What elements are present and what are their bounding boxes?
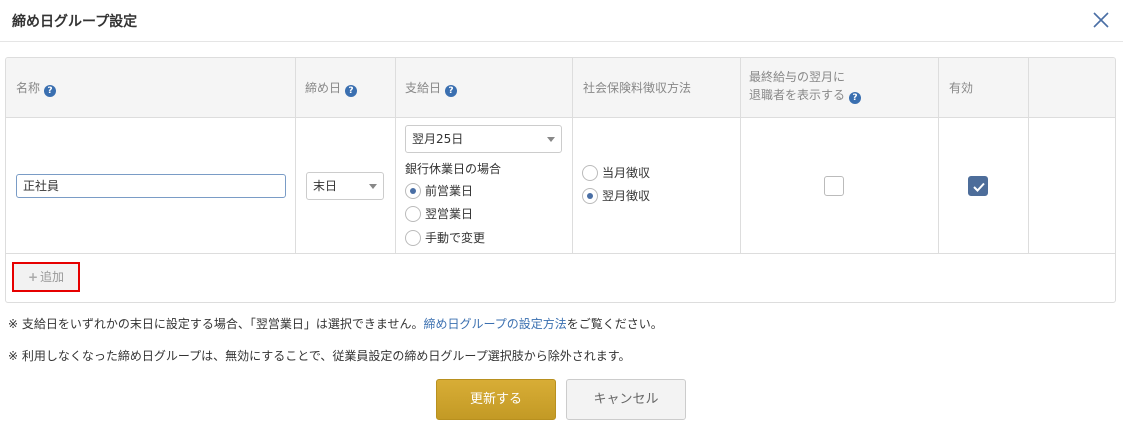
- radio-label: 翌営業日: [425, 207, 474, 221]
- header-show-retired-line2: 退職者を表示する: [749, 88, 846, 102]
- note-2: ※ 利用しなくなった締め日グループは、無効にすることで、従業員設定の締め日グルー…: [8, 349, 631, 363]
- radio-current-month[interactable]: 当月徴収: [582, 164, 650, 182]
- radio-label: 手動で変更: [425, 231, 486, 245]
- add-button[interactable]: + 追加: [12, 262, 80, 292]
- radio-label: 当月徴収: [602, 166, 651, 180]
- radio-label: 前営業日: [425, 184, 474, 198]
- help-icon[interactable]: ?: [849, 92, 862, 104]
- update-button[interactable]: 更新する: [436, 379, 556, 420]
- plus-icon: +: [27, 270, 39, 284]
- pay-day-value: 翌月25日: [412, 132, 464, 146]
- header-closing-day: 締め日?: [305, 79, 358, 97]
- column-divider: [1028, 58, 1029, 254]
- column-divider: [572, 58, 573, 254]
- close-icon[interactable]: [1091, 10, 1111, 30]
- column-divider: [938, 58, 939, 254]
- column-divider: [295, 58, 296, 254]
- header-show-retired: 最終給与の翌月に 退職者を表示する?: [749, 68, 862, 104]
- note-1-suffix: をご覧ください。: [566, 317, 663, 331]
- add-label: 追加: [40, 270, 65, 284]
- cancel-button[interactable]: キャンセル: [566, 379, 686, 420]
- help-icon[interactable]: ?: [44, 85, 57, 97]
- radio-manual-change[interactable]: 手動で変更: [405, 229, 485, 247]
- radio-next-business-day[interactable]: 翌営業日: [405, 205, 473, 223]
- header-social-insurance: 社会保険料徴収方法: [583, 81, 692, 95]
- header-enabled: 有効: [949, 81, 974, 95]
- note-1-prefix: ※ 支給日をいずれかの末日に設定する場合、「翌営業日」は選択できません。: [8, 317, 424, 331]
- closing-day-value: 末日: [313, 179, 338, 193]
- column-divider: [395, 58, 396, 254]
- check-icon: [973, 182, 985, 192]
- header-closing-day-label: 締め日: [305, 81, 342, 95]
- header-show-retired-line1: 最終給与の翌月に: [749, 70, 846, 84]
- pay-day-select[interactable]: 翌月25日: [405, 125, 562, 153]
- header-name-label: 名称: [16, 81, 41, 95]
- header-pay-day: 支給日?: [405, 79, 458, 97]
- radio-button[interactable]: [582, 165, 598, 181]
- radio-previous-business-day[interactable]: 前営業日: [405, 182, 473, 200]
- radio-next-month[interactable]: 翌月徴収: [582, 187, 650, 205]
- chevron-down-icon: [547, 137, 555, 142]
- modal-title: 締め日グループ設定: [12, 14, 138, 30]
- chevron-down-icon: [369, 184, 377, 189]
- bank-holiday-label: 銀行休業日の場合: [405, 162, 502, 176]
- column-divider: [740, 58, 741, 254]
- help-icon[interactable]: ?: [445, 85, 458, 97]
- setup-guide-link[interactable]: 締め日グループの設定方法: [424, 317, 567, 331]
- radio-button[interactable]: [405, 230, 421, 246]
- show-retired-checkbox[interactable]: [824, 176, 844, 196]
- header-pay-day-label: 支給日: [405, 81, 442, 95]
- modal-header: 締め日グループ設定: [0, 0, 1123, 42]
- radio-button[interactable]: [405, 206, 421, 222]
- help-icon[interactable]: ?: [345, 85, 358, 97]
- note-1: ※ 支給日をいずれかの末日に設定する場合、「翌営業日」は選択できません。締め日グ…: [8, 315, 663, 332]
- radio-button[interactable]: [405, 183, 421, 199]
- radio-button[interactable]: [582, 188, 598, 204]
- radio-label: 翌月徴収: [602, 189, 651, 203]
- enabled-checkbox[interactable]: [968, 176, 988, 196]
- header-name: 名称?: [16, 79, 57, 97]
- name-input[interactable]: 正社員: [16, 174, 286, 198]
- closing-day-select[interactable]: 末日: [306, 172, 384, 200]
